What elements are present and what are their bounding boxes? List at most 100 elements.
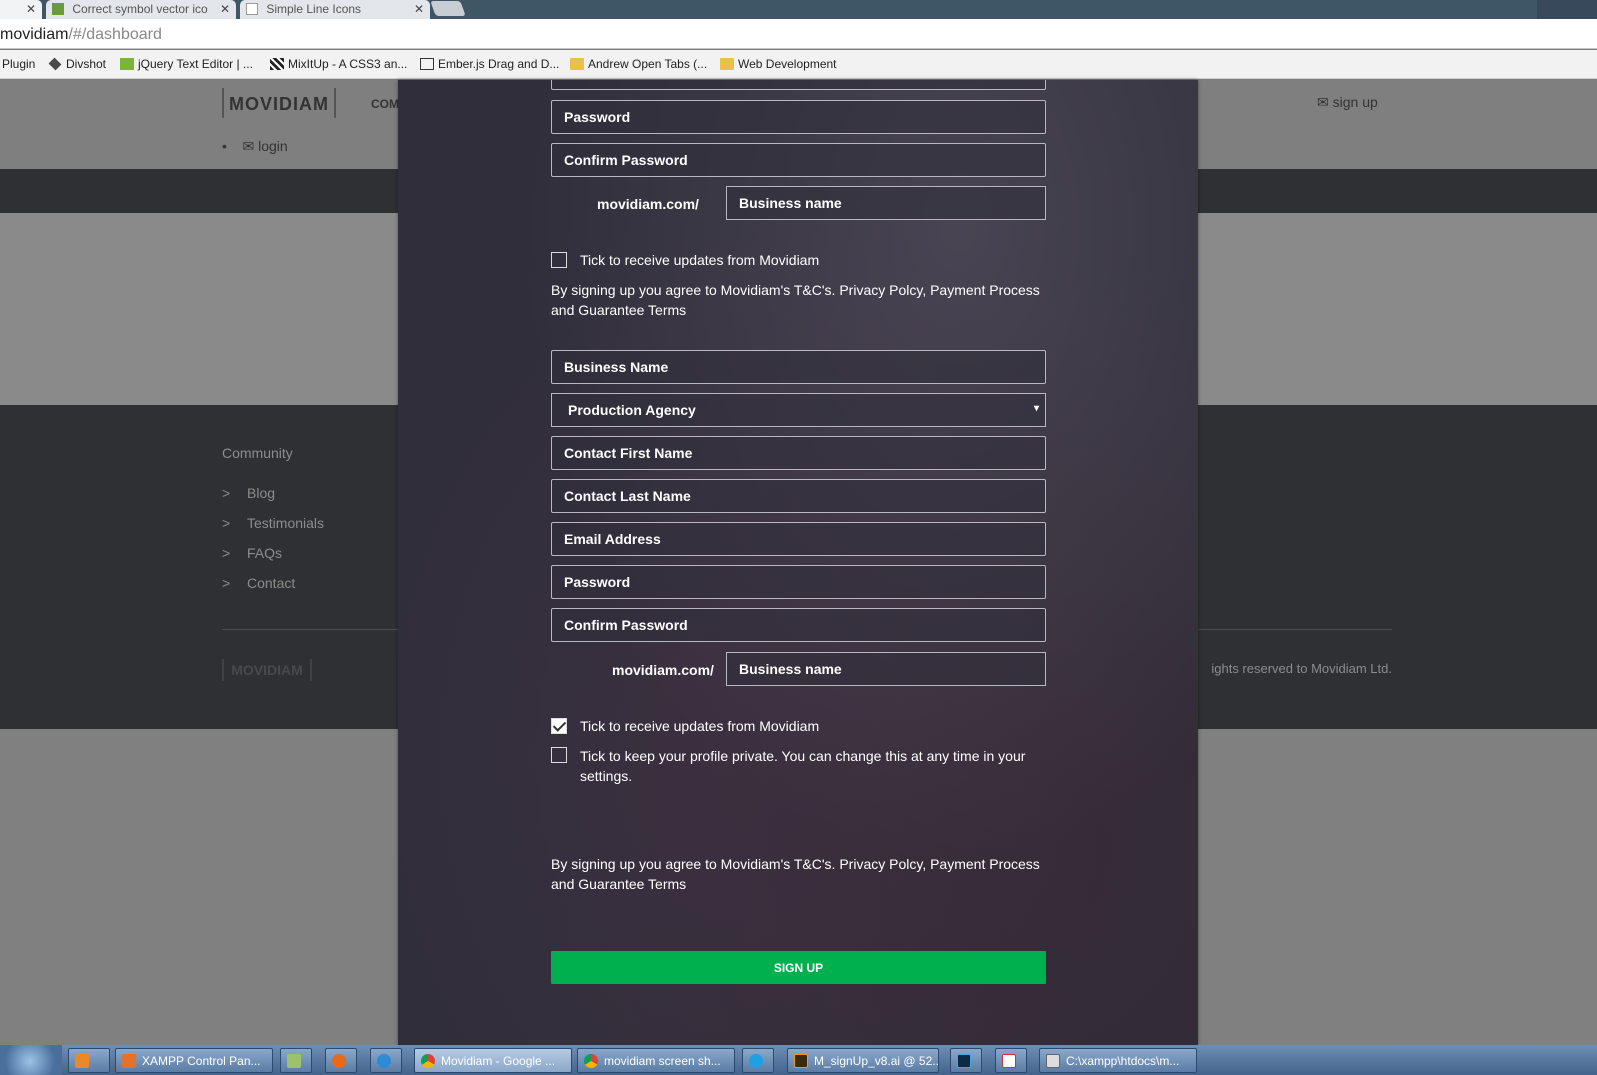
private-profile-checkbox[interactable] bbox=[551, 747, 567, 763]
taskbar-item-chrome-movidiam[interactable]: Movidiam - Google ... bbox=[414, 1048, 572, 1073]
bookmark-folder[interactable]: Andrew Open Tabs (... bbox=[570, 57, 707, 71]
tab-title: Simple Line Icons bbox=[266, 2, 362, 16]
firefox-icon bbox=[332, 1054, 346, 1068]
browser-tab-strip: ✕ Correct symbol vector ico ✕ Simple Lin… bbox=[0, 0, 1597, 19]
business-type-select[interactable]: Production Agency ▾ bbox=[551, 393, 1046, 427]
updates-checkbox-label: Tick to receive updates from Movidiam bbox=[580, 718, 820, 734]
notepad-quicklaunch[interactable] bbox=[280, 1048, 312, 1073]
signup-modal: Password Confirm Password movidiam.com/ … bbox=[398, 80, 1198, 1045]
chevron-right-icon: > bbox=[222, 545, 231, 561]
terms-text: By signing up you agree to Movidiam's T&… bbox=[551, 856, 1040, 892]
start-button[interactable] bbox=[0, 1045, 62, 1075]
site-logo[interactable]: MOVIDIAM bbox=[222, 88, 336, 118]
browser-tab-partial[interactable]: ✕ bbox=[0, 0, 42, 19]
chrome-icon bbox=[584, 1054, 598, 1068]
signup-link[interactable]: ✉ sign up bbox=[1317, 94, 1378, 111]
footer-link-contact[interactable]: > Contact bbox=[222, 575, 295, 591]
diamond-icon bbox=[48, 57, 62, 71]
login-link-label: login bbox=[258, 138, 288, 154]
ie-quicklaunch[interactable] bbox=[370, 1048, 402, 1073]
business-type-value: Production Agency bbox=[568, 402, 696, 418]
url-path: /#/dashboard bbox=[68, 26, 162, 43]
email-field[interactable]: Email Address bbox=[551, 522, 1046, 556]
play-icon bbox=[75, 1054, 89, 1068]
caret-down-icon: ▾ bbox=[1033, 403, 1039, 414]
signup-link-label: sign up bbox=[1332, 94, 1378, 110]
folder-icon bbox=[720, 58, 734, 70]
taskbar-item-illustrator[interactable]: M_signUp_v8.ai @ 52... bbox=[787, 1048, 939, 1073]
text-editor-icon bbox=[120, 58, 134, 70]
bookmarks-bar: Plugin Divshot jQuery Text Editor | ... … bbox=[0, 50, 1597, 79]
bookmark-item[interactable]: Ember.js Drag and D... bbox=[420, 57, 559, 71]
page-icon bbox=[420, 58, 434, 70]
skype-quicklaunch[interactable] bbox=[742, 1048, 774, 1073]
gmail-quicklaunch[interactable] bbox=[995, 1048, 1027, 1073]
tab-close-icon[interactable]: ✕ bbox=[26, 2, 36, 16]
nav-item-partial[interactable]: COM bbox=[371, 97, 399, 111]
favicon-icon bbox=[52, 3, 64, 15]
password-field[interactable]: Password bbox=[551, 565, 1046, 599]
chrome-icon bbox=[421, 1054, 435, 1068]
footer-link-faqs[interactable]: > FAQs bbox=[222, 545, 282, 561]
confirm-password-field[interactable]: Confirm Password bbox=[551, 608, 1046, 642]
mail-icon: ✉ bbox=[1317, 94, 1329, 110]
contact-first-name-field[interactable]: Contact First Name bbox=[551, 436, 1046, 470]
taskbar-item-xampp[interactable]: XAMPP Control Pan... bbox=[115, 1048, 273, 1073]
illustrator-icon bbox=[794, 1054, 808, 1068]
terms-text: By signing up you agree to Movidiam's T&… bbox=[551, 282, 1040, 318]
footer-logo: MOVIDIAM bbox=[222, 659, 312, 681]
login-link[interactable]: • ✉ login bbox=[222, 138, 288, 155]
updates-checkbox[interactable] bbox=[551, 718, 567, 734]
text-field-partial[interactable] bbox=[551, 80, 1046, 90]
folder-icon bbox=[570, 58, 584, 70]
chevron-right-icon: > bbox=[222, 575, 231, 591]
business-name-field[interactable]: Business Name bbox=[551, 350, 1046, 384]
copyright-text: ights reserved to Movidiam Ltd. bbox=[1211, 661, 1392, 676]
windows-taskbar: XAMPP Control Pan... Movidiam - Google .… bbox=[0, 1045, 1597, 1075]
mail-icon bbox=[1002, 1054, 1016, 1068]
footer-link-testimonials[interactable]: > Testimonials bbox=[222, 515, 324, 531]
address-bar[interactable]: movidiam/#/dashboard bbox=[0, 19, 1597, 49]
internet-explorer-icon bbox=[377, 1054, 391, 1068]
updates-checkbox-label: Tick to receive updates from Movidiam bbox=[580, 252, 820, 268]
tab-close-icon[interactable]: ✕ bbox=[414, 2, 424, 16]
chevron-right-icon: > bbox=[222, 515, 231, 531]
photoshop-icon bbox=[957, 1054, 971, 1068]
bookmark-item[interactable]: jQuery Text Editor | ... bbox=[120, 57, 253, 71]
taskbar-item-explorer[interactable]: C:\xampp\htdocs\m... bbox=[1039, 1048, 1197, 1073]
contact-last-name-field[interactable]: Contact Last Name bbox=[551, 479, 1046, 513]
browser-tab-simple-line-icons[interactable]: Simple Line Icons ✕ bbox=[240, 0, 430, 19]
url-prefix-label: movidiam.com/ bbox=[597, 196, 699, 212]
url-host: movidiam bbox=[0, 26, 69, 43]
chevron-right-icon: > bbox=[222, 485, 231, 501]
bookmark-folder[interactable]: Web Development bbox=[720, 57, 837, 71]
bookmark-item[interactable]: Divshot bbox=[48, 57, 106, 71]
business-url-field[interactable]: Business name bbox=[726, 186, 1046, 220]
mail-icon: ✉ bbox=[242, 138, 255, 154]
business-url-field[interactable]: Business name bbox=[726, 652, 1046, 686]
page-icon bbox=[246, 3, 258, 15]
console-icon bbox=[1046, 1054, 1060, 1068]
url-prefix-label: movidiam.com/ bbox=[612, 662, 714, 678]
firefox-quicklaunch[interactable] bbox=[325, 1048, 357, 1073]
taskbar-item-chrome-screenshot[interactable]: movidiam screen sh... bbox=[577, 1048, 735, 1073]
sign-up-button[interactable]: SIGN UP bbox=[551, 951, 1046, 984]
checker-icon bbox=[270, 58, 284, 70]
private-profile-label: Tick to keep your profile private. You c… bbox=[580, 748, 1026, 784]
browser-tab-correct-symbol[interactable]: Correct symbol vector ico ✕ bbox=[46, 0, 236, 19]
confirm-password-field[interactable]: Confirm Password bbox=[551, 143, 1046, 177]
new-tab-button[interactable] bbox=[430, 1, 466, 16]
bookmark-item[interactable]: Plugin bbox=[2, 57, 35, 71]
tab-close-icon[interactable]: ✕ bbox=[220, 2, 230, 16]
footer-link-blog[interactable]: > Blog bbox=[222, 485, 275, 501]
photoshop-quicklaunch[interactable] bbox=[950, 1048, 982, 1073]
bullet-icon: • bbox=[222, 138, 239, 154]
window-controls[interactable] bbox=[1537, 0, 1597, 19]
tab-title: Correct symbol vector ico bbox=[72, 2, 208, 16]
footer-title: Community bbox=[222, 445, 293, 461]
password-field[interactable]: Password bbox=[551, 100, 1046, 134]
updates-checkbox[interactable] bbox=[551, 252, 567, 268]
notepad-icon bbox=[287, 1054, 301, 1068]
media-player-quicklaunch[interactable] bbox=[68, 1048, 110, 1073]
bookmark-item[interactable]: MixItUp - A CSS3 an... bbox=[270, 57, 407, 71]
